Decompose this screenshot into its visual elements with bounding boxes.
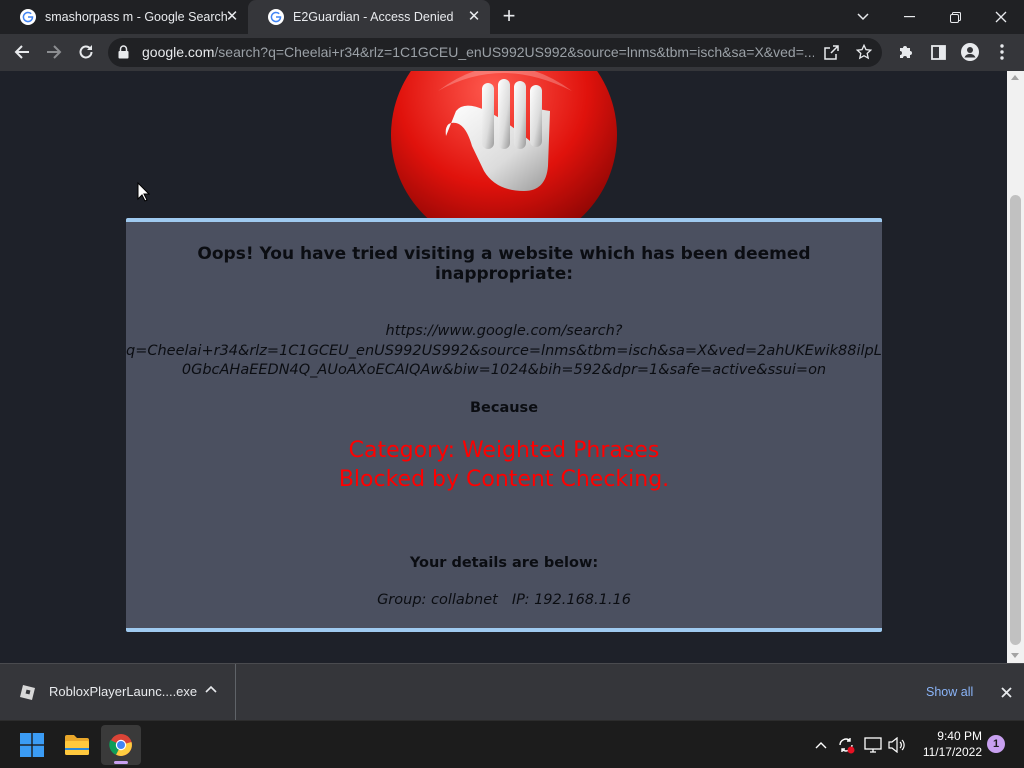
details-heading: Your details are below: [409, 555, 599, 571]
url-text[interactable]: google.com/search?q=Cheelai+r34&rlz=1C1G… [142, 38, 814, 67]
browser-toolbar: google.com/search?q=Cheelai+r34&rlz=1C1G… [0, 34, 1024, 71]
url-path: /search?q=Cheelai+r34&rlz=1C1GCEU_enUS99… [214, 44, 814, 60]
chevron-up-icon [815, 742, 827, 749]
download-file-name: RobloxPlayerLaunc....exe [49, 684, 198, 699]
windows-logo-icon [20, 733, 44, 757]
url-host: google.com [142, 44, 215, 60]
puzzle-icon [900, 46, 912, 58]
scroll-down-icon[interactable] [1011, 653, 1019, 658]
blocked-url-line: 0GbcAHaEEDN4Q_AUoAXoECAIQAw&biw=1024&bih… [181, 362, 827, 378]
chrome-taskbar-button[interactable] [101, 725, 141, 765]
mouse-cursor-icon [137, 182, 150, 202]
minimize-button[interactable] [886, 2, 932, 32]
google-favicon-icon [20, 9, 36, 25]
ip-value: IP: 192.168.1.16 [511, 592, 631, 608]
menu-button[interactable] [988, 38, 1016, 66]
speaker-icon [888, 737, 905, 753]
restore-button[interactable] [932, 2, 978, 32]
file-explorer-button[interactable] [57, 725, 97, 765]
back-button[interactable] [8, 38, 36, 66]
chrome-icon [109, 734, 132, 756]
block-headline: Oops! You have tried visiting a website … [197, 244, 811, 284]
download-item[interactable]: RobloxPlayerLaunc....exe [0, 664, 236, 720]
clock-date: 11/17/2022 [922, 745, 982, 759]
show-hidden-icons-button[interactable] [811, 735, 831, 755]
access-denied-panel: Oops! You have tried visiting a website … [126, 218, 882, 632]
windows-taskbar: 9:40 PM 11/17/2022 [0, 720, 1024, 768]
profile-button[interactable] [956, 38, 984, 66]
tab-strip: smashorpass m - Google Search ✕ E2Guardi… [0, 0, 1024, 34]
show-all-downloads-button[interactable]: Show all [918, 664, 981, 720]
reload-icon [79, 45, 93, 59]
blocked-url-line: q=Cheelai+r34&rlz=1C1GCEU_enUS992US992&s… [126, 342, 882, 359]
close-tab-icon[interactable]: ✕ [224, 9, 240, 25]
page-scrollbar[interactable] [1007, 71, 1024, 663]
scrollbar-thumb[interactable] [1010, 195, 1021, 645]
forward-button[interactable] [40, 38, 68, 66]
address-bar[interactable]: google.com/search?q=Cheelai+r34&rlz=1C1G… [108, 38, 882, 67]
user-details: Group: collabnet IP: 192.168.1.16 [126, 592, 882, 608]
tab-access-denied[interactable]: E2Guardian - Access Denied ✕ [248, 0, 490, 34]
network-tray[interactable] [863, 735, 883, 755]
active-app-indicator [114, 761, 128, 764]
tab-title: E2Guardian - Access Denied [293, 10, 454, 24]
folder-icon [65, 735, 89, 755]
close-download-shelf-button[interactable] [996, 682, 1016, 702]
tab-title: smashorpass m - Google Search [45, 10, 228, 24]
block-method: Blocked by Content Checking. [338, 467, 670, 492]
chevron-down-icon [857, 13, 869, 21]
start-button[interactable] [12, 725, 52, 765]
block-category: Category: Weighted Phrases [348, 438, 660, 463]
notification-badge[interactable]: 1 [987, 735, 1005, 753]
because-label: Because [469, 400, 539, 416]
kebab-menu-icon [1000, 44, 1004, 60]
scroll-up-icon[interactable] [1011, 75, 1019, 80]
page-viewport: Oops! You have tried visiting a website … [0, 71, 1007, 663]
forward-arrow-icon [47, 45, 62, 59]
restore-icon [949, 11, 961, 23]
sync-status-tray[interactable] [836, 735, 856, 755]
volume-tray[interactable] [887, 735, 907, 755]
minimize-icon [903, 16, 915, 18]
chevron-up-icon[interactable] [205, 685, 217, 693]
lock-icon[interactable] [118, 45, 129, 59]
new-tab-button[interactable]: + [497, 5, 521, 29]
extensions-button[interactable] [892, 38, 920, 66]
google-favicon-icon [268, 9, 284, 25]
network-icon [864, 737, 882, 753]
clock-time: 9:40 PM [937, 729, 982, 743]
close-icon [1000, 686, 1012, 698]
close-tab-icon[interactable]: ✕ [466, 9, 482, 25]
close-window-button[interactable] [978, 2, 1024, 32]
blocked-url-line: https://www.google.com/search? [385, 323, 623, 339]
tab-search-button[interactable] [840, 2, 886, 32]
bookmark-star-icon[interactable] [856, 44, 872, 60]
block-reason: Category: Weighted Phrases Blocked by Co… [126, 436, 882, 494]
back-arrow-icon [14, 45, 29, 59]
share-icon[interactable] [824, 45, 839, 60]
taskbar-clock[interactable]: 9:40 PM 11/17/2022 [912, 728, 982, 760]
close-icon [995, 11, 1007, 23]
sync-error-icon [839, 738, 855, 754]
download-shelf: RobloxPlayerLaunc....exe Show all [0, 663, 1024, 720]
tab-google-search[interactable]: smashorpass m - Google Search ✕ [0, 0, 248, 34]
profile-avatar-icon [961, 43, 979, 61]
group-value: Group: collabnet [377, 592, 498, 608]
roblox-file-icon [20, 685, 35, 700]
side-panel-button[interactable] [924, 38, 952, 66]
blocked-url: https://www.google.com/search? q=Cheelai… [126, 322, 882, 381]
reload-button[interactable] [72, 38, 100, 66]
side-panel-icon [930, 44, 946, 60]
